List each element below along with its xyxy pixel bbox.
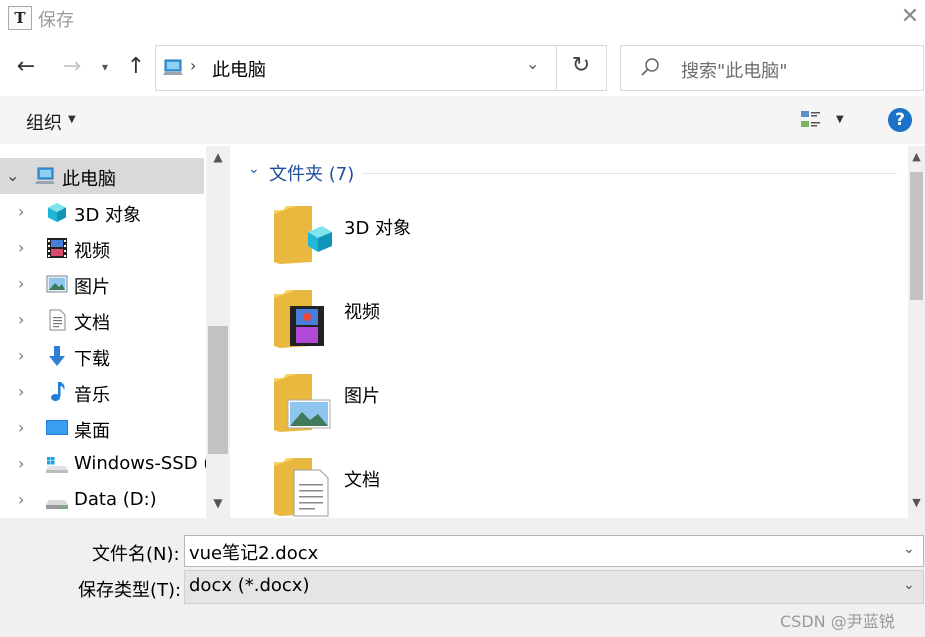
organize-caret-icon[interactable]: ▼ bbox=[68, 114, 76, 125]
cube-3d-icon bbox=[48, 203, 66, 222]
expand-arrow-icon[interactable]: › bbox=[18, 238, 24, 257]
tree-item-documents[interactable]: › 文档 bbox=[0, 302, 204, 338]
tree-item-label: 下载 bbox=[74, 349, 110, 370]
address-divider bbox=[556, 46, 557, 90]
view-options-icon[interactable] bbox=[800, 110, 822, 130]
navigation-scrollbar[interactable]: ▲ ▼ bbox=[206, 146, 230, 518]
expand-arrow-icon[interactable]: › bbox=[18, 202, 24, 221]
tree-item-desktop[interactable]: › 桌面 bbox=[0, 410, 204, 446]
tree-item-label: 3D 对象 bbox=[74, 205, 142, 226]
group-collapse-icon[interactable]: ⌄ bbox=[248, 161, 260, 177]
tree-item-data-drive[interactable]: › Data (D:) bbox=[0, 482, 204, 518]
title-bar: T 保存 ✕ bbox=[0, 0, 925, 36]
breadcrumb-this-pc[interactable]: 此电脑 bbox=[212, 56, 266, 82]
help-button[interactable]: ? bbox=[888, 108, 912, 132]
back-button[interactable]: ← bbox=[12, 52, 40, 82]
picture-icon bbox=[46, 275, 68, 293]
breadcrumb-chevron-icon[interactable]: › bbox=[190, 56, 196, 75]
search-icon bbox=[641, 58, 659, 76]
desktop-icon bbox=[46, 420, 68, 435]
expand-icon[interactable]: ⌄ bbox=[6, 166, 19, 185]
windows-drive-icon bbox=[46, 457, 68, 473]
tree-item-label: 桌面 bbox=[74, 421, 110, 442]
content-scrollbar[interactable]: ▲ ▼ bbox=[908, 146, 925, 518]
scroll-down-icon[interactable]: ▼ bbox=[908, 496, 925, 509]
app-icon: T bbox=[8, 6, 32, 30]
group-header-folders[interactable]: 文件夹 (7) bbox=[269, 160, 354, 186]
expand-arrow-icon[interactable]: › bbox=[18, 274, 24, 293]
filename-label: 文件名(N): bbox=[92, 544, 180, 565]
expand-arrow-icon[interactable]: › bbox=[18, 454, 24, 473]
folder-item-pictures[interactable]: 图片 bbox=[272, 370, 572, 450]
folder-label: 视频 bbox=[344, 302, 380, 323]
filename-dropdown-icon[interactable]: ⌄ bbox=[903, 541, 915, 557]
navigation-pane: ⌄ 此电脑 › 3D 对象 › 视频 › 图片 › 文档 › 下载 › 音乐 ›… bbox=[0, 146, 206, 518]
filetype-value: docx (*.docx) bbox=[189, 575, 310, 596]
scrollbar-thumb[interactable] bbox=[910, 172, 923, 300]
folder-label: 文档 bbox=[344, 470, 380, 491]
document-icon bbox=[49, 309, 66, 331]
folder-pictures-icon bbox=[274, 374, 331, 432]
tree-item-music[interactable]: › 音乐 bbox=[0, 374, 204, 410]
scrollbar-thumb[interactable] bbox=[208, 326, 228, 454]
file-list-pane: ⌄ 文件夹 (7) 3D 对象 视频 图片 文档 bbox=[232, 146, 908, 518]
tree-item-label: 视频 bbox=[74, 241, 110, 262]
tree-item-label: 文档 bbox=[74, 313, 110, 334]
tree-item-windows-ssd[interactable]: › Windows-SSD ( bbox=[0, 446, 206, 482]
folder-documents-icon bbox=[274, 458, 329, 517]
folder-label: 图片 bbox=[344, 386, 380, 407]
tree-item-label: 此电脑 bbox=[62, 169, 116, 190]
tree-item-videos[interactable]: › 视频 bbox=[0, 230, 204, 266]
watermark: CSDN @尹蓝锐 bbox=[780, 612, 895, 631]
recent-locations-button[interactable]: ▾ bbox=[96, 52, 114, 82]
command-toolbar: 组织 ▼ ▼ ? bbox=[0, 96, 925, 144]
close-button[interactable]: ✕ bbox=[898, 4, 922, 30]
save-options-panel: 文件名(N): vue笔记2.docx ⌄ 保存类型(T): docx (*.d… bbox=[0, 518, 925, 637]
expand-arrow-icon[interactable]: › bbox=[18, 418, 24, 437]
organize-button[interactable]: 组织 bbox=[26, 109, 62, 135]
tree-item-3d-objects[interactable]: › 3D 对象 bbox=[0, 194, 204, 230]
expand-arrow-icon[interactable]: › bbox=[18, 490, 24, 509]
expand-arrow-icon[interactable]: › bbox=[18, 382, 24, 401]
search-input[interactable]: 搜索"此电脑" bbox=[620, 45, 924, 91]
tree-item-label: Data (D:) bbox=[74, 489, 157, 510]
address-bar[interactable]: › 此电脑 ⌄ ↻ bbox=[155, 45, 607, 91]
filename-value[interactable]: vue笔记2.docx bbox=[189, 539, 318, 565]
tree-item-label: 音乐 bbox=[74, 385, 110, 406]
filetype-dropdown-icon[interactable]: ⌄ bbox=[903, 577, 915, 593]
scroll-up-icon[interactable]: ▲ bbox=[908, 150, 925, 163]
computer-icon bbox=[163, 59, 183, 75]
tree-item-this-pc[interactable]: ⌄ 此电脑 bbox=[0, 158, 204, 194]
folder-3d-objects-icon bbox=[274, 206, 332, 264]
up-button[interactable]: ↑ bbox=[122, 52, 150, 82]
folder-item-3d-objects[interactable]: 3D 对象 bbox=[272, 202, 572, 282]
tree-item-label: Windows-SSD ( bbox=[74, 453, 206, 474]
forward-button[interactable]: → bbox=[58, 52, 86, 82]
folder-videos-icon bbox=[274, 290, 324, 348]
filetype-select[interactable]: docx (*.docx) ⌄ bbox=[184, 570, 924, 604]
download-icon bbox=[49, 346, 65, 366]
folder-item-videos[interactable]: 视频 bbox=[272, 286, 572, 366]
music-icon bbox=[51, 382, 65, 401]
tree-item-pictures[interactable]: › 图片 bbox=[0, 266, 204, 302]
search-placeholder: 搜索"此电脑" bbox=[681, 61, 788, 82]
computer-icon bbox=[35, 167, 55, 184]
group-divider bbox=[362, 173, 897, 174]
address-dropdown-icon[interactable]: ⌄ bbox=[526, 54, 539, 73]
scroll-up-icon[interactable]: ▲ bbox=[206, 150, 230, 164]
window-title: 保存 bbox=[38, 10, 74, 31]
expand-arrow-icon[interactable]: › bbox=[18, 346, 24, 365]
tree-item-label: 图片 bbox=[74, 277, 110, 298]
refresh-button[interactable]: ↻ bbox=[566, 53, 596, 78]
expand-arrow-icon[interactable]: › bbox=[18, 310, 24, 329]
folder-item-documents[interactable]: 文档 bbox=[272, 454, 572, 518]
scroll-down-icon[interactable]: ▼ bbox=[206, 496, 230, 510]
filetype-label: 保存类型(T): bbox=[78, 580, 182, 601]
folder-label: 3D 对象 bbox=[344, 218, 412, 239]
video-icon bbox=[47, 238, 67, 258]
filename-field[interactable]: vue笔记2.docx ⌄ bbox=[184, 535, 924, 567]
tree-item-downloads[interactable]: › 下载 bbox=[0, 338, 204, 374]
drive-icon bbox=[46, 500, 68, 509]
view-caret-icon[interactable]: ▼ bbox=[836, 114, 844, 125]
